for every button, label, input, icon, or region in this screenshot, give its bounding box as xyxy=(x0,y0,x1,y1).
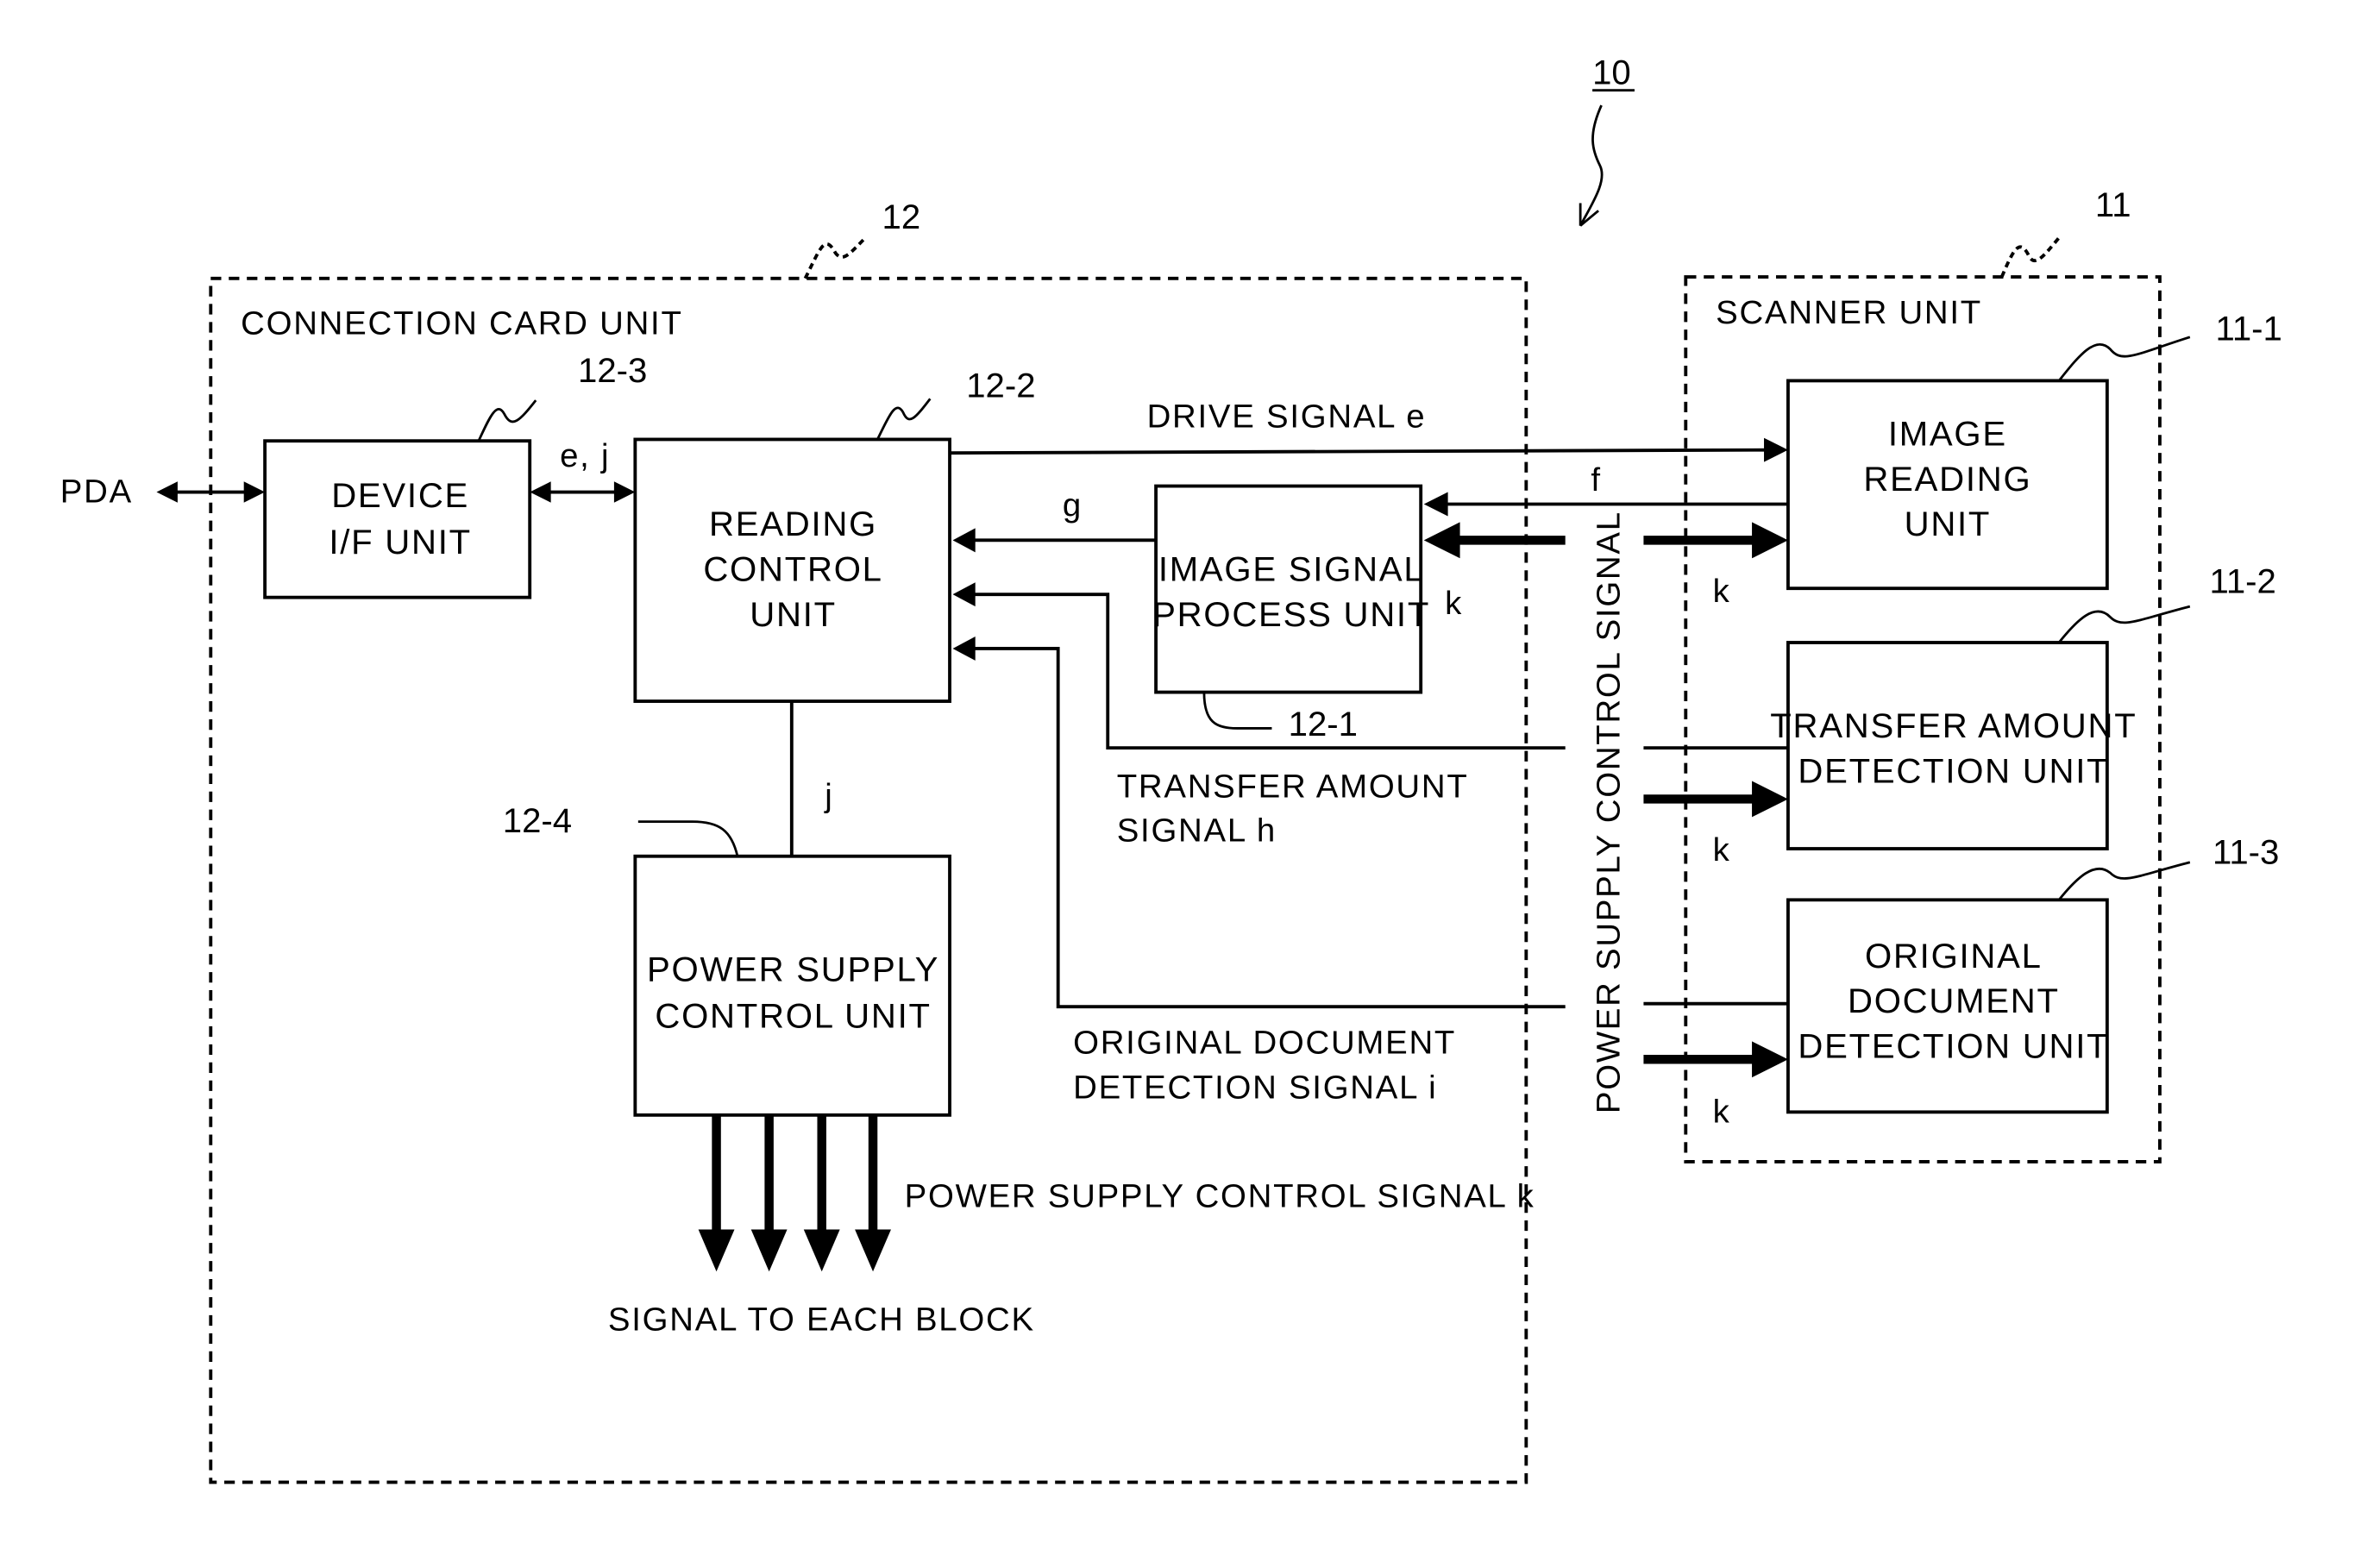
original-document-detection-leader xyxy=(2057,861,2191,901)
original-document-detection-line-3: DETECTION UNIT xyxy=(1798,1027,2109,1066)
reading-control-line-1: READING xyxy=(709,505,877,543)
signal-to-each-block-label: SIGNAL TO EACH BLOCK xyxy=(608,1301,1035,1338)
drive-signal-arrowhead xyxy=(1764,437,1788,462)
transfer-amount-detection-unit xyxy=(1786,641,2109,850)
image-reading-ref: 11-1 xyxy=(2215,309,2282,348)
reading-control-ref: 12-2 xyxy=(966,367,1035,405)
k-to-original-document-arrowhead xyxy=(1752,1041,1788,1078)
connection-card-title: CONNECTION CARD UNIT xyxy=(241,304,682,342)
transfer-amount-detection-ref: 11-2 xyxy=(2210,561,2276,600)
k-label-original-document: k xyxy=(1713,1094,1731,1131)
original-document-signal-line xyxy=(970,647,1788,1009)
power-output-arrowhead-3 xyxy=(803,1229,840,1272)
power-supply-ref: 12-4 xyxy=(503,801,572,840)
transfer-amount-detection-line-1: TRANSFER AMOUNT xyxy=(1770,706,2137,745)
reading-control-line-2: CONTROL xyxy=(703,549,882,588)
connection-card-leader xyxy=(803,236,867,279)
image-signal-ref: 12-1 xyxy=(1289,705,1358,743)
k-to-image-signal-arrowhead xyxy=(1423,522,1460,559)
pda-label: PDA xyxy=(60,474,133,511)
device-if-ref: 12-3 xyxy=(578,351,647,390)
k-label-image-reading: k xyxy=(1713,573,1731,610)
device-if-leader xyxy=(477,399,537,442)
figure-ref-arrowhead xyxy=(1579,203,1599,227)
g-signal-arrowhead xyxy=(952,528,976,553)
original-document-detection-line-1: ORIGINAL xyxy=(1865,937,2043,975)
signal-g-label: g xyxy=(1063,486,1083,524)
pda-arrow-right xyxy=(243,481,266,503)
image-signal-line-2: PROCESS UNIT xyxy=(1152,595,1430,634)
transfer-amount-detection-line-2: DETECTION UNIT xyxy=(1798,751,2109,790)
power-output-arrowhead-4 xyxy=(855,1229,891,1272)
image-reading-line-1: IMAGE xyxy=(1888,414,2007,453)
transfer-amount-signal-line-2: SIGNAL h xyxy=(1117,812,1277,849)
power-supply-vertical-label: POWER SUPPLY CONTROL SIGNAL xyxy=(1591,511,1628,1113)
k-label-image-signal: k xyxy=(1445,585,1463,622)
image-reading-leader xyxy=(2057,336,2191,382)
device-if-line-1: DEVICE xyxy=(331,476,469,515)
k-to-transfer-amount-arrowhead xyxy=(1752,781,1788,818)
original-document-signal-line-1: ORIGINAL DOCUMENT xyxy=(1073,1024,1456,1061)
original-document-detection-ref: 11-3 xyxy=(2212,832,2279,871)
scanner-leader xyxy=(1999,236,2061,278)
f-signal-arrowhead xyxy=(1423,492,1448,517)
k-label-transfer-amount: k xyxy=(1713,831,1731,869)
block-diagram: 10 CONNECTION CARD UNIT 12 SCANNER UNIT … xyxy=(60,53,2282,1484)
device-if-unit xyxy=(263,439,532,599)
figure-ref: 10 xyxy=(1592,53,1631,92)
power-supply-k-label: POWER SUPPLY CONTROL SIGNAL k xyxy=(905,1177,1535,1214)
image-reading-line-3: UNIT xyxy=(1905,505,1992,543)
signal-ej-label: e, j xyxy=(560,437,610,474)
signal-j-label: j xyxy=(824,777,833,814)
power-supply-leader xyxy=(637,820,739,857)
image-signal-leader xyxy=(1202,692,1272,730)
drive-signal-line xyxy=(950,448,1771,455)
reading-control-line-3: UNIT xyxy=(750,595,837,634)
scanner-title: SCANNER UNIT xyxy=(1716,294,1982,331)
transfer-amount-detection-leader xyxy=(2057,605,2191,643)
power-supply-line-2: CONTROL UNIT xyxy=(655,997,931,1036)
device-if-line-2: I/F UNIT xyxy=(329,523,472,561)
figure-ref-pointer xyxy=(1579,104,1604,227)
scanner-ref: 11 xyxy=(2095,185,2131,224)
power-supply-line-1: POWER SUPPLY xyxy=(647,950,939,989)
image-signal-process-unit xyxy=(1154,484,1423,694)
drive-signal-label: DRIVE SIGNAL e xyxy=(1147,398,1427,436)
power-output-arrowhead-1 xyxy=(698,1229,735,1272)
k-to-image-reading-arrowhead xyxy=(1752,522,1788,559)
pda-arrow-left xyxy=(156,481,178,503)
transfer-amount-signal-line-1: TRANSFER AMOUNT xyxy=(1117,768,1469,806)
image-signal-line-1: IMAGE SIGNAL xyxy=(1158,549,1425,588)
original-document-signal-line-2: DETECTION SIGNAL i xyxy=(1073,1069,1437,1107)
image-reading-line-2: READING xyxy=(1863,460,2031,499)
power-output-arrowhead-2 xyxy=(750,1229,788,1272)
ej-arrow-right xyxy=(613,481,636,503)
ej-arrow-left xyxy=(530,481,551,503)
original-document-signal-arrowhead xyxy=(952,637,976,661)
transfer-amount-signal-arrowhead xyxy=(952,582,976,607)
reading-control-leader xyxy=(876,398,932,441)
power-output-arrows xyxy=(698,1114,891,1272)
original-document-detection-line-2: DOCUMENT xyxy=(1848,982,2060,1020)
connection-card-ref: 12 xyxy=(882,198,921,236)
signal-f-label: f xyxy=(1591,461,1601,499)
